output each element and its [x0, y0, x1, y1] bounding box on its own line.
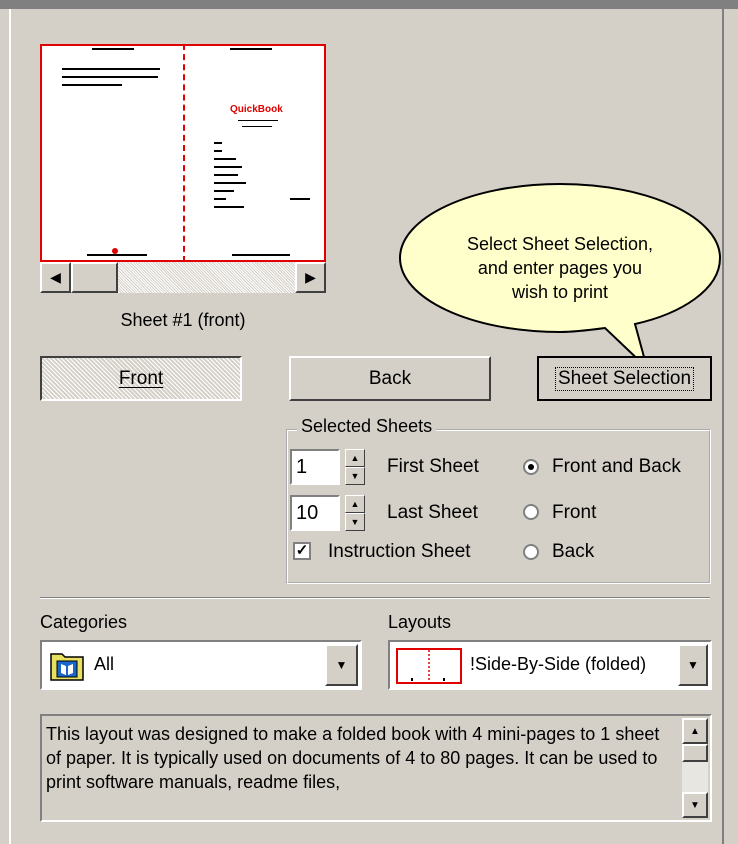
left-edge — [9, 9, 11, 844]
instruction-sheet-label: Instruction Sheet — [328, 541, 471, 562]
sheet-selection-label: Sheet Selection — [554, 366, 695, 391]
radio-front[interactable] — [523, 504, 539, 520]
description-scrollbar[interactable]: ▲ ▼ — [682, 718, 708, 818]
scroll-left-button[interactable]: ◀ — [40, 262, 71, 293]
scroll-down-button[interactable]: ▼ — [682, 792, 708, 818]
preview-line — [214, 198, 226, 200]
layouts-value: !Side-By-Side (folded) — [470, 654, 647, 674]
sheet-selection-button[interactable]: Sheet Selection — [537, 356, 712, 401]
top-border — [0, 0, 738, 9]
selected-sheets-title: Selected Sheets — [297, 416, 437, 437]
last-sheet-label: Last Sheet — [387, 502, 478, 523]
preview-line — [214, 142, 222, 144]
preview-line — [214, 150, 222, 152]
sheet-caption: Sheet #1 (front) — [120, 310, 246, 330]
preview-line — [290, 198, 310, 200]
back-button[interactable]: Back — [289, 356, 491, 401]
page-marker-icon — [112, 248, 118, 254]
spin-up-icon[interactable]: ▲ — [345, 495, 365, 513]
arrow-down-icon: ▼ — [690, 799, 700, 811]
side-by-side-layout-icon — [396, 648, 462, 684]
preview-line — [230, 48, 272, 50]
radio-front-and-back-label: Front and Back — [552, 456, 681, 477]
callout-text: Select Sheet Selection, and enter pages … — [440, 232, 680, 304]
preview-line — [87, 254, 147, 256]
layouts-label: Layouts — [388, 612, 452, 632]
book-folder-icon — [50, 648, 84, 682]
preview-line — [238, 120, 278, 121]
spin-down-icon[interactable]: ▼ — [345, 513, 365, 531]
preview-line — [214, 174, 238, 176]
spin-down-icon[interactable]: ▼ — [345, 467, 365, 485]
callout-line: and enter pages you — [477, 258, 643, 278]
callout-line: wish to print — [511, 282, 609, 302]
scroll-thumb[interactable] — [71, 262, 118, 293]
radio-back-label: Back — [552, 541, 595, 562]
fold-line — [183, 44, 185, 262]
layouts-combobox[interactable]: !Side-By-Side (folded) ▼ — [388, 640, 712, 690]
radio-back[interactable] — [523, 544, 539, 560]
last-sheet-stepper[interactable]: ▲ ▼ — [345, 495, 365, 531]
radio-front-label: Front — [552, 502, 597, 523]
layouts-dropdown-button[interactable]: ▼ — [678, 644, 708, 686]
arrow-left-icon: ◀ — [50, 269, 61, 285]
right-margin — [724, 9, 738, 844]
arrow-right-icon: ▶ — [305, 269, 316, 285]
preview-line — [62, 84, 122, 86]
preview-scrollbar[interactable]: ◀ ▶ — [40, 262, 326, 293]
brand-logo: QuickBook — [230, 104, 283, 115]
scroll-track[interactable] — [682, 762, 708, 792]
categories-label: Categories — [40, 612, 128, 632]
spin-up-icon[interactable]: ▲ — [345, 449, 365, 467]
first-sheet-label: First Sheet — [387, 456, 479, 477]
arrow-up-icon: ▲ — [690, 725, 700, 737]
brand-logo-text: QuickBook — [230, 104, 283, 115]
front-button[interactable]: Front — [40, 356, 242, 401]
layout-description-text: This layout was designed to make a folde… — [46, 724, 660, 792]
categories-dropdown-button[interactable]: ▼ — [325, 644, 358, 686]
preview-line — [214, 158, 236, 160]
checkmark-icon: ✓ — [295, 542, 309, 559]
layout-description: This layout was designed to make a folde… — [40, 714, 712, 822]
chevron-down-icon: ▼ — [687, 658, 699, 672]
instruction-sheet-checkbox[interactable]: ✓ — [293, 542, 311, 560]
preview-line — [214, 166, 242, 168]
first-sheet-stepper[interactable]: ▲ ▼ — [345, 449, 365, 485]
back-button-label: Back — [368, 367, 412, 389]
front-button-label: Front — [118, 367, 164, 389]
last-sheet-input[interactable]: 10 — [290, 495, 340, 531]
preview-line — [232, 254, 290, 256]
preview-line — [214, 182, 246, 184]
preview-line — [92, 48, 134, 50]
scroll-up-button[interactable]: ▲ — [682, 718, 708, 744]
categories-value: All — [94, 654, 115, 674]
callout-line: Select Sheet Selection, — [466, 234, 654, 254]
first-sheet-input[interactable]: 1 — [290, 449, 340, 485]
preview-line — [214, 206, 244, 208]
preview-line — [214, 190, 234, 192]
preview-line — [62, 76, 158, 78]
divider-highlight — [40, 598, 710, 599]
scroll-right-button[interactable]: ▶ — [295, 262, 326, 293]
preview-line — [242, 126, 272, 127]
scroll-thumb[interactable] — [682, 744, 708, 762]
radio-front-and-back[interactable] — [523, 459, 539, 475]
preview-line — [62, 68, 160, 70]
chevron-down-icon: ▼ — [335, 658, 348, 672]
categories-combobox[interactable]: All ▼ — [40, 640, 362, 690]
